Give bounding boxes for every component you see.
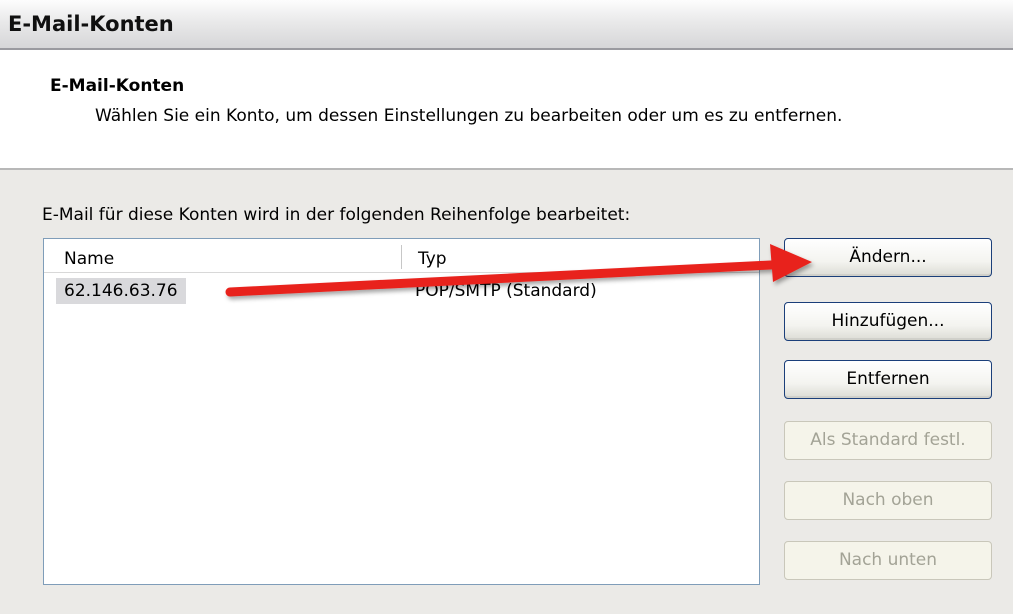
remove-button[interactable]: Entfernen (784, 360, 992, 399)
move-up-button[interactable]: Nach oben (784, 481, 992, 520)
change-button[interactable]: Ändern... (784, 238, 992, 277)
set-default-button[interactable]: Als Standard festl. (784, 421, 992, 460)
column-header-name[interactable]: Name (64, 249, 114, 269)
account-name-cell[interactable]: 62.146.63.76 (56, 278, 186, 304)
column-separator[interactable] (401, 245, 402, 269)
add-button[interactable]: Hinzufügen... (784, 302, 992, 341)
account-row[interactable]: 62.146.63.76 POP/SMTP (Standard) (44, 276, 759, 306)
window-title: E-Mail-Konten (8, 12, 174, 36)
account-type-cell[interactable]: POP/SMTP (Standard) (415, 278, 597, 304)
window-titlebar: E-Mail-Konten (0, 0, 1013, 50)
section-description: Wählen Sie ein Konto, um dessen Einstell… (95, 106, 843, 126)
list-header: Name Typ (44, 239, 759, 273)
move-down-button[interactable]: Nach unten (784, 541, 992, 580)
section-heading: E-Mail-Konten (50, 76, 185, 96)
accounts-list-caption: E-Mail für diese Konten wird in der folg… (42, 205, 631, 225)
accounts-list[interactable]: Name Typ 62.146.63.76 POP/SMTP (Standard… (43, 238, 760, 585)
column-header-type[interactable]: Typ (418, 249, 447, 269)
